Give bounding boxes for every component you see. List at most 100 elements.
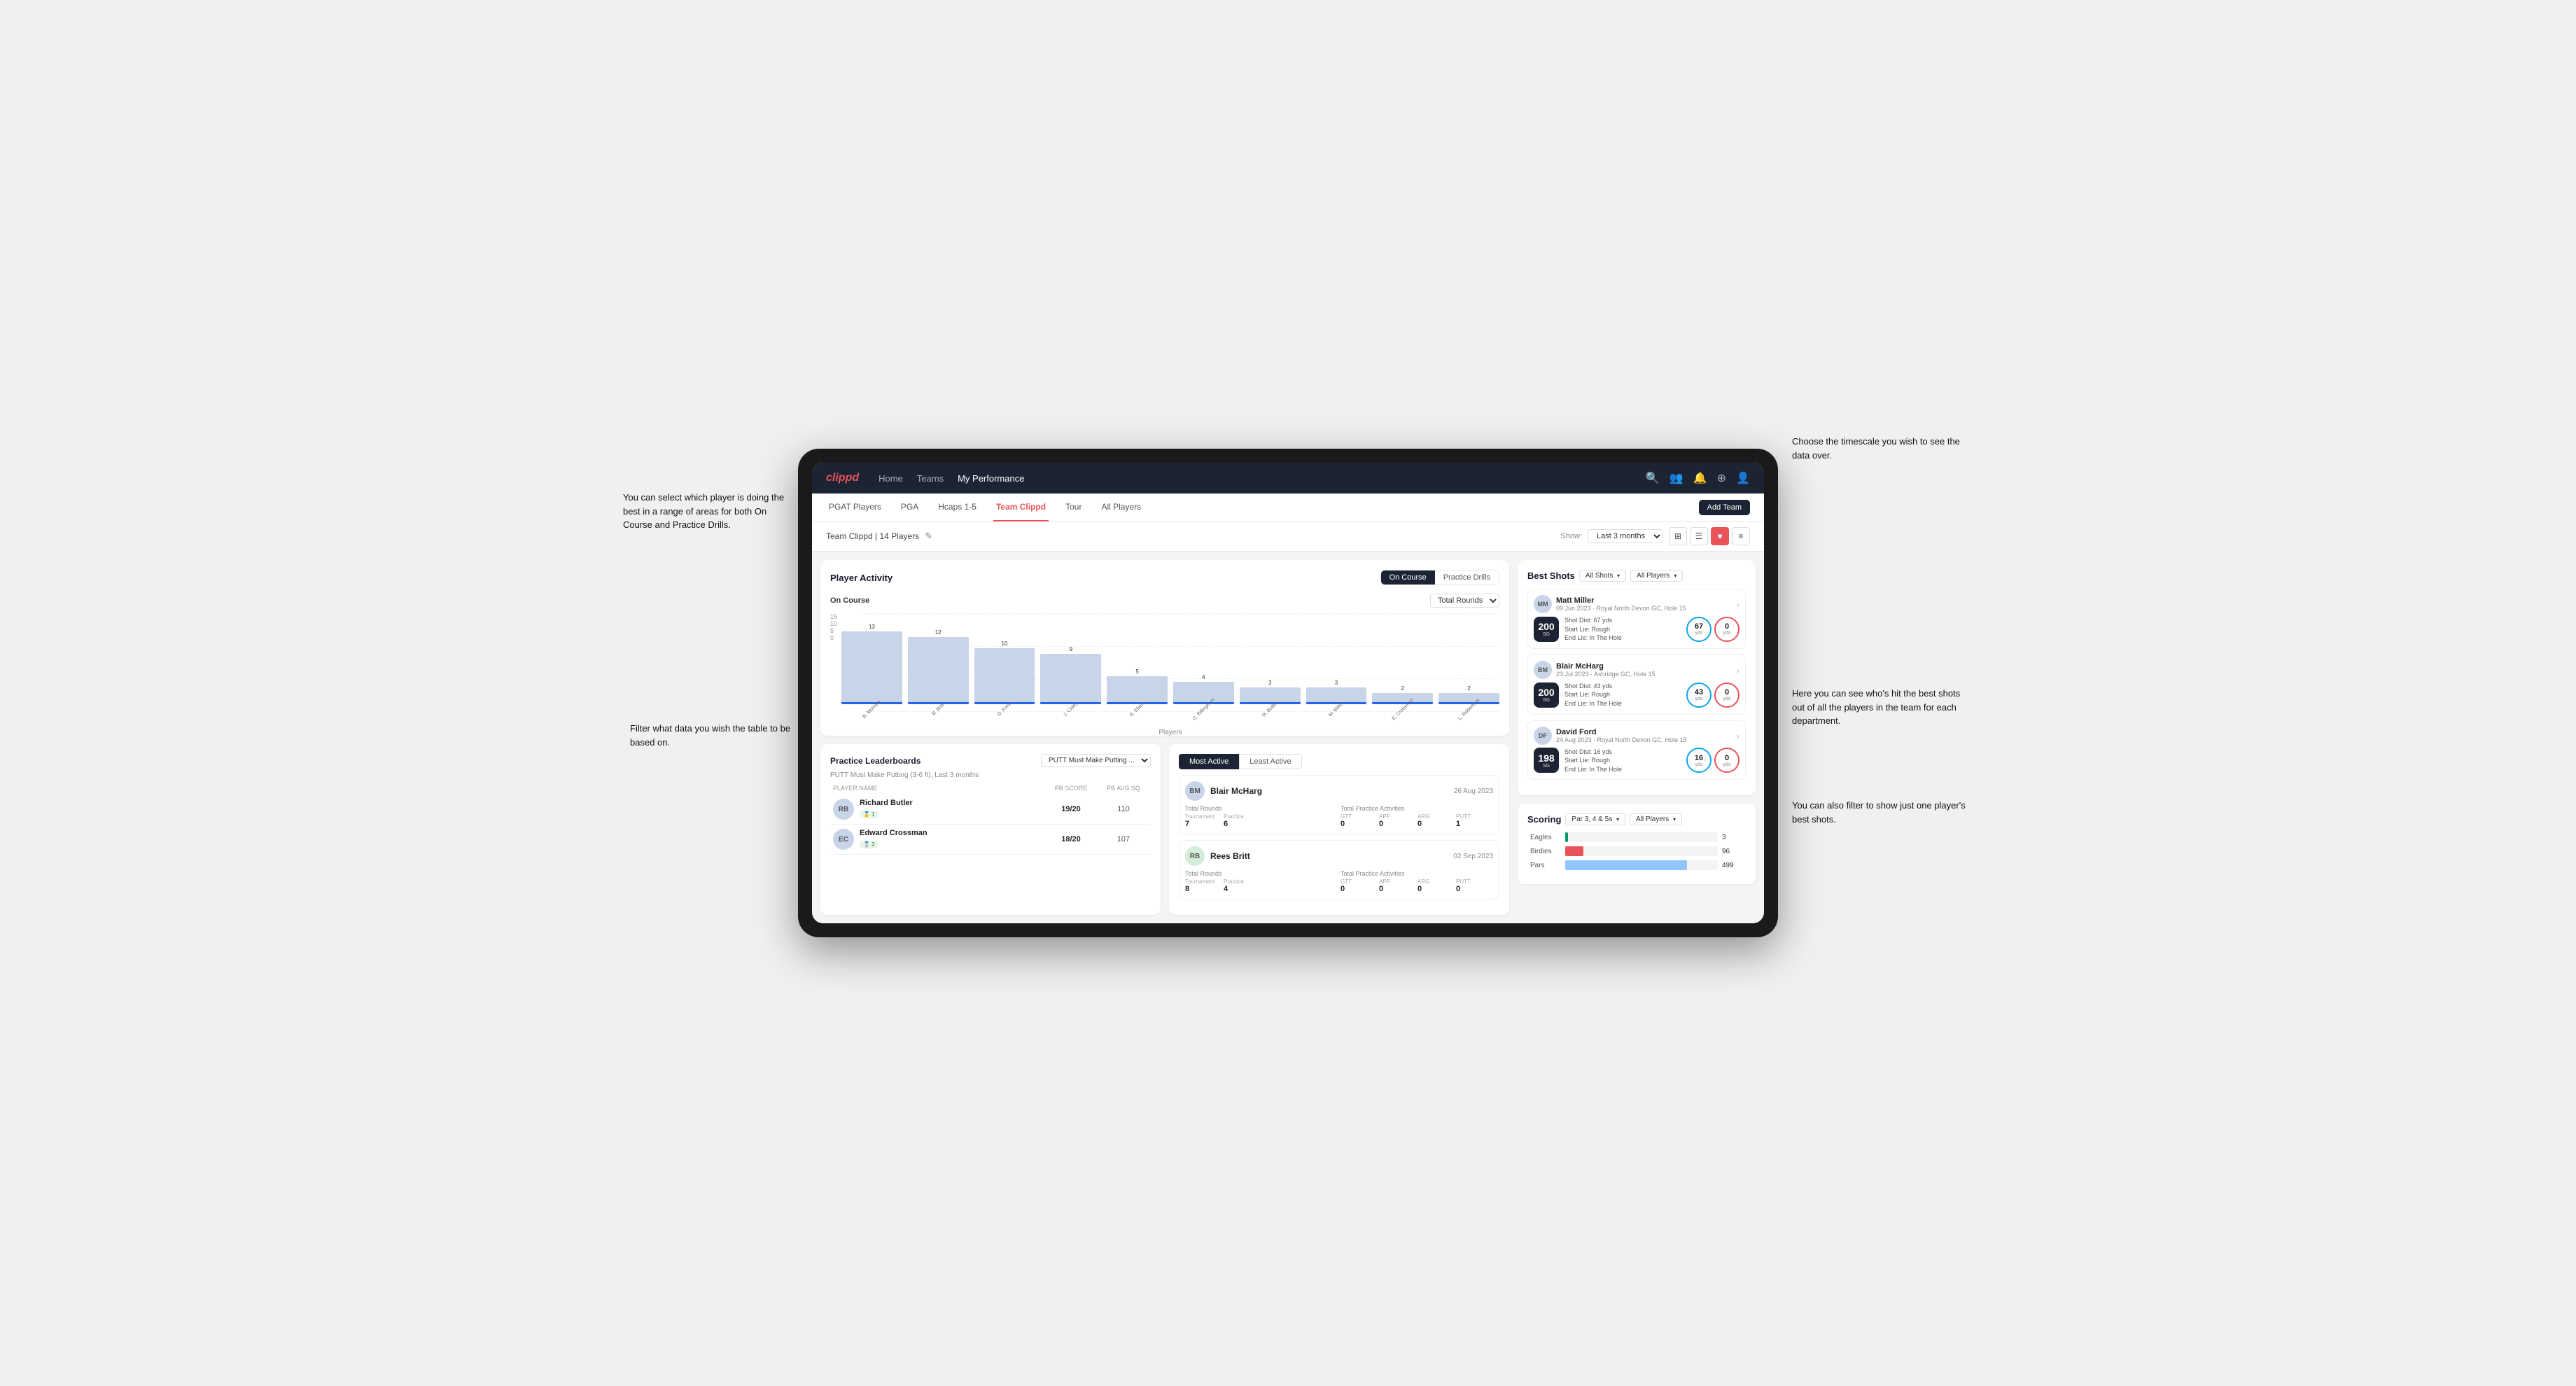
nav-teams[interactable]: Teams bbox=[917, 470, 944, 486]
nav-links: Home Teams My Performance bbox=[878, 470, 1646, 486]
bar bbox=[1372, 693, 1433, 704]
activity-player-card: RB Rees Britt 02 Sep 2023 Total Rounds bbox=[1179, 840, 1499, 899]
shot-sg-badge: 200 SG bbox=[1534, 682, 1559, 708]
add-team-button[interactable]: Add Team bbox=[1699, 500, 1750, 515]
par-filter[interactable]: Par 3, 4 & 5s ▾ bbox=[1565, 813, 1625, 825]
users-icon[interactable]: 👥 bbox=[1670, 471, 1684, 485]
practice-drills-toggle[interactable]: Practice Drills bbox=[1435, 570, 1499, 584]
team-name-label: Team Clippd | 14 Players bbox=[826, 531, 919, 541]
bar-value: 2 bbox=[1467, 685, 1470, 692]
ap-gtt-col: GTT 0 bbox=[1340, 878, 1378, 893]
bar-highlight bbox=[1306, 702, 1367, 704]
yardage-value: 67 bbox=[1695, 622, 1703, 631]
ap-rounds-col: Tournament 7 bbox=[1185, 813, 1222, 828]
shot-sg-value: 198 bbox=[1538, 752, 1554, 764]
ap-putt-label: PUTT bbox=[1456, 878, 1493, 885]
ap-arg-val: 0 bbox=[1418, 820, 1455, 828]
nav-my-performance[interactable]: My Performance bbox=[958, 470, 1024, 486]
bar-group: 3M. Miller bbox=[1306, 680, 1367, 712]
shot-yardage-2: 0 yds bbox=[1714, 748, 1740, 773]
tab-all-players[interactable]: All Players bbox=[1098, 493, 1144, 522]
chevron-down-icon: ▾ bbox=[1674, 573, 1676, 579]
shot-entry[interactable]: DF David Ford 24 Aug 2023 · Royal North … bbox=[1527, 720, 1746, 780]
bar bbox=[1240, 687, 1301, 704]
total-rounds-dropdown[interactable]: Total Rounds Fairways bbox=[1430, 594, 1499, 608]
ap-app-val: 0 bbox=[1379, 820, 1416, 828]
tab-hcaps[interactable]: Hcaps 1-5 bbox=[935, 493, 979, 522]
tab-team-clippd[interactable]: Team Clippd bbox=[993, 493, 1049, 522]
shot-sg-badge: 198 SG bbox=[1534, 748, 1559, 773]
eagles-bar bbox=[1565, 832, 1568, 842]
least-active-tab[interactable]: Least Active bbox=[1239, 754, 1301, 769]
tab-pgat-players[interactable]: PGAT Players bbox=[826, 493, 884, 522]
bar-group: 2E. Crossman bbox=[1372, 685, 1433, 712]
lb-header: Practice Leaderboards PUTT Must Make Put… bbox=[830, 754, 1151, 767]
menu-view-icon[interactable]: ≡ bbox=[1732, 527, 1750, 545]
shot-course-info: 09 Jun 2023 · Royal North Devon GC, Hole… bbox=[1556, 605, 1686, 612]
shot-sg-label: SG bbox=[1543, 632, 1550, 637]
shots-title: Best Shots bbox=[1527, 570, 1575, 581]
on-course-label: On Course bbox=[830, 596, 869, 605]
left-column: Player Activity On Course Practice Drill… bbox=[820, 560, 1509, 915]
scoring-players-filter[interactable]: All Players ▾ bbox=[1630, 813, 1682, 825]
shot-course-info: 23 Jul 2023 · Ashridge GC, Hole 15 bbox=[1556, 671, 1656, 678]
nav-icons: 🔍 👥 🔔 ⊕ 👤 bbox=[1646, 471, 1750, 485]
edit-team-icon[interactable]: ✎ bbox=[925, 531, 932, 542]
add-icon[interactable]: ⊕ bbox=[1717, 471, 1726, 485]
lb-dropdown[interactable]: PUTT Must Make Putting ... bbox=[1041, 754, 1151, 767]
tab-pga[interactable]: PGA bbox=[898, 493, 921, 522]
ap-rounds-title: Total Rounds bbox=[1185, 870, 1338, 877]
eagles-bar-container bbox=[1565, 832, 1718, 842]
player-activity-header: Player Activity On Course Practice Drill… bbox=[830, 570, 1499, 585]
tab-tour[interactable]: Tour bbox=[1063, 493, 1084, 522]
player-activity-card: Player Activity On Course Practice Drill… bbox=[820, 560, 1509, 736]
bar-value: 4 bbox=[1202, 674, 1205, 680]
on-course-toggle[interactable]: On Course bbox=[1381, 570, 1435, 584]
shot-yardage-2: 0 yds bbox=[1714, 617, 1740, 642]
yardage-unit: yds bbox=[1695, 696, 1703, 701]
bars-area: 13B. McHarg12B. Britt10D. Ford9J. Coles5… bbox=[841, 613, 1499, 726]
yardage-unit: yds bbox=[1723, 631, 1731, 636]
lb-player-info: RB Richard Butler 🥇 1 bbox=[833, 799, 1043, 820]
lb-rank-badge: 🥈 2 bbox=[860, 841, 878, 848]
shot-entry[interactable]: MM Matt Miller 09 Jun 2023 · Royal North… bbox=[1527, 589, 1746, 649]
annotation-filter: Filter what data you wish the table to b… bbox=[630, 722, 791, 749]
shot-stat-text: Shot Dist: 16 ydsStart Lie: RoughEnd Lie… bbox=[1564, 748, 1681, 774]
show-select[interactable]: Last 3 months Last month Last 6 months bbox=[1588, 529, 1663, 543]
bar bbox=[841, 631, 902, 704]
lb-avg: 110 bbox=[1099, 805, 1148, 813]
bar-group: 13B. McHarg bbox=[841, 624, 902, 712]
pars-value: 499 bbox=[1722, 862, 1743, 869]
search-icon[interactable]: 🔍 bbox=[1646, 471, 1660, 485]
profile-icon[interactable]: 👤 bbox=[1736, 471, 1750, 485]
shot-entry[interactable]: BM Blair McHarg 23 Jul 2023 · Ashridge G… bbox=[1527, 654, 1746, 715]
nav-home[interactable]: Home bbox=[878, 470, 903, 486]
all-players-filter[interactable]: All Players ▾ bbox=[1630, 570, 1683, 582]
lb-player-name: Edward Crossman bbox=[860, 829, 927, 837]
shot-player-row: MM Matt Miller 09 Jun 2023 · Royal North… bbox=[1534, 595, 1740, 613]
ap-putt-col: PUTT 1 bbox=[1456, 813, 1493, 828]
heart-view-icon[interactable]: ♥ bbox=[1711, 527, 1729, 545]
ap-gtt-val: 0 bbox=[1340, 820, 1378, 828]
shot-expand-icon: › bbox=[1736, 598, 1740, 610]
scoring-chart: Eagles 3 Birdies bbox=[1527, 832, 1746, 870]
all-shots-filter[interactable]: All Shots ▾ bbox=[1579, 570, 1626, 582]
bar-group: 9J. Coles bbox=[1040, 646, 1101, 712]
bell-icon[interactable]: 🔔 bbox=[1693, 471, 1707, 485]
shot-player-details: Matt Miller 09 Jun 2023 · Royal North De… bbox=[1556, 596, 1686, 612]
best-shots-card: Best Shots All Shots ▾ All Players ▾ MM … bbox=[1518, 560, 1756, 795]
ap-tournament-label: Tournament bbox=[1185, 878, 1222, 885]
ap-app-col: APP 0 bbox=[1379, 813, 1416, 828]
ap-app-col: APP 0 bbox=[1379, 878, 1416, 893]
ap-practice-label: Practice bbox=[1224, 813, 1261, 820]
ap-avatar-britt: RB bbox=[1185, 846, 1205, 866]
shot-sg-label: SG bbox=[1543, 698, 1550, 703]
list-view-icon[interactable]: ☰ bbox=[1690, 527, 1708, 545]
shot-stat-text: Shot Dist: 43 ydsStart Lie: RoughEnd Lie… bbox=[1564, 682, 1681, 708]
yardage-value: 0 bbox=[1725, 754, 1729, 762]
grid-view-icon[interactable]: ⊞ bbox=[1669, 527, 1687, 545]
shot-yardage-1: 43 yds bbox=[1686, 682, 1712, 708]
most-active-tab[interactable]: Most Active bbox=[1179, 754, 1239, 769]
bar bbox=[1107, 676, 1168, 704]
shot-avatar-miller: MM bbox=[1534, 595, 1552, 613]
